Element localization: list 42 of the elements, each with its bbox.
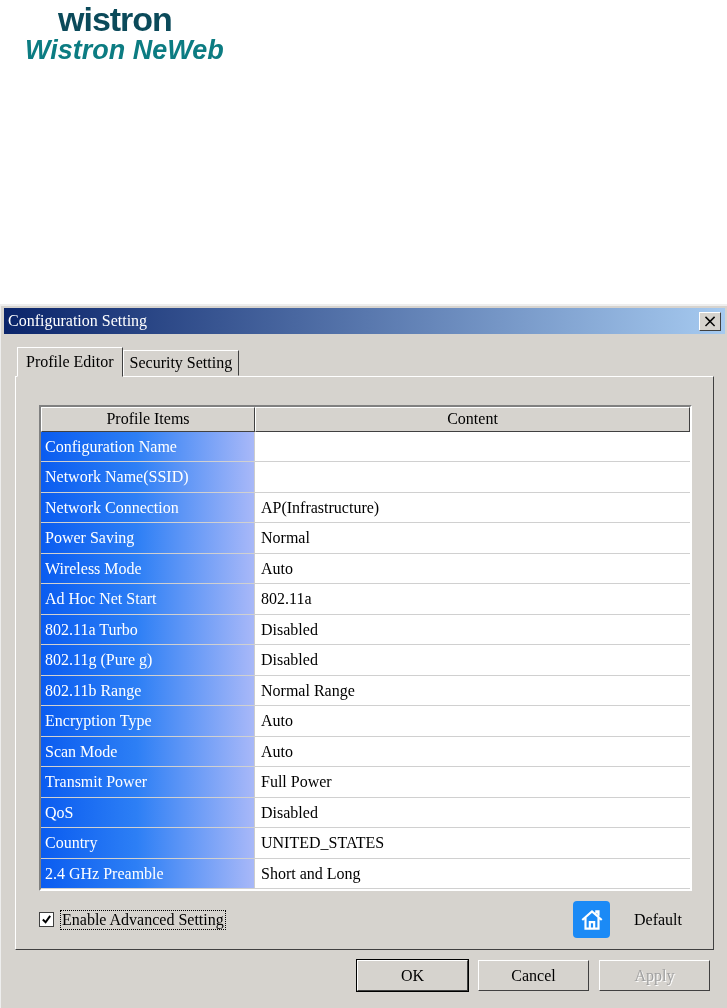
checkbox-label[interactable]: Enable Advanced Setting	[60, 909, 226, 930]
profile-item-cell[interactable]: Configuration Name	[41, 431, 255, 462]
tab[interactable]: Profile Editor	[17, 347, 123, 377]
profile-item-cell[interactable]: 802.11b Range	[41, 675, 255, 706]
profile-item-cell[interactable]: 802.11a Turbo	[41, 614, 255, 645]
dialog-button[interactable]: OK	[357, 960, 468, 991]
content-cell[interactable]: Auto	[255, 706, 690, 736]
logo-wordmark: wistron	[57, 3, 173, 35]
profile-item-cell[interactable]: 802.11g (Pure g)	[41, 645, 255, 675]
profile-item-cell[interactable]: QoS	[41, 797, 255, 828]
content-cell[interactable]: Disabled	[255, 645, 690, 675]
content-cell[interactable]: AP(Infrastructure)	[255, 492, 690, 523]
tab[interactable]: Security Setting	[122, 350, 240, 376]
content-cell[interactable]: Normal Range	[255, 675, 690, 706]
content-cell[interactable]: 802.11a	[255, 584, 690, 614]
profile-item-cell[interactable]: Scan Mode	[41, 736, 255, 767]
profile-item-cell[interactable]: Encryption Type	[41, 706, 255, 736]
dialog-button[interactable]: Cancel	[478, 960, 589, 991]
content-cell[interactable]: Auto	[255, 736, 690, 767]
content-cell[interactable]: Auto	[255, 553, 690, 584]
home-icon[interactable]	[573, 901, 610, 938]
column-header[interactable]: Profile Items	[41, 407, 255, 432]
window-title: Configuration Setting	[8, 312, 148, 330]
content-cell[interactable]: Short and Long	[255, 858, 690, 889]
close-button[interactable]: ×	[699, 311, 721, 331]
profile-item-cell[interactable]: Wireless Mode	[41, 553, 255, 584]
profile-item-cell[interactable]: Network Name(SSID)	[41, 462, 255, 492]
profile-item-cell[interactable]: Network Connection	[41, 492, 255, 523]
content-cell[interactable]: UNITED_STATES	[255, 828, 690, 858]
content-cell[interactable]: Full Power	[255, 767, 690, 797]
profile-item-cell[interactable]: 2.4 GHz Preamble	[41, 858, 255, 889]
content-cell[interactable]: Disabled	[255, 797, 690, 828]
content-cell[interactable]: Disabled	[255, 614, 690, 645]
column-header[interactable]: Content	[255, 407, 690, 432]
checkbox[interactable]	[39, 912, 54, 927]
profile-item-cell[interactable]: Country	[41, 828, 255, 858]
profile-item-cell[interactable]: Ad Hoc Net Start	[41, 584, 255, 614]
content-cell[interactable]: Normal	[255, 523, 690, 553]
logo-subtitle: Wistron NeWeb	[25, 35, 225, 65]
default-label: Default	[634, 910, 682, 929]
profile-item-cell[interactable]: Transmit Power	[41, 767, 255, 797]
profile-item-cell[interactable]: Power Saving	[41, 523, 255, 553]
